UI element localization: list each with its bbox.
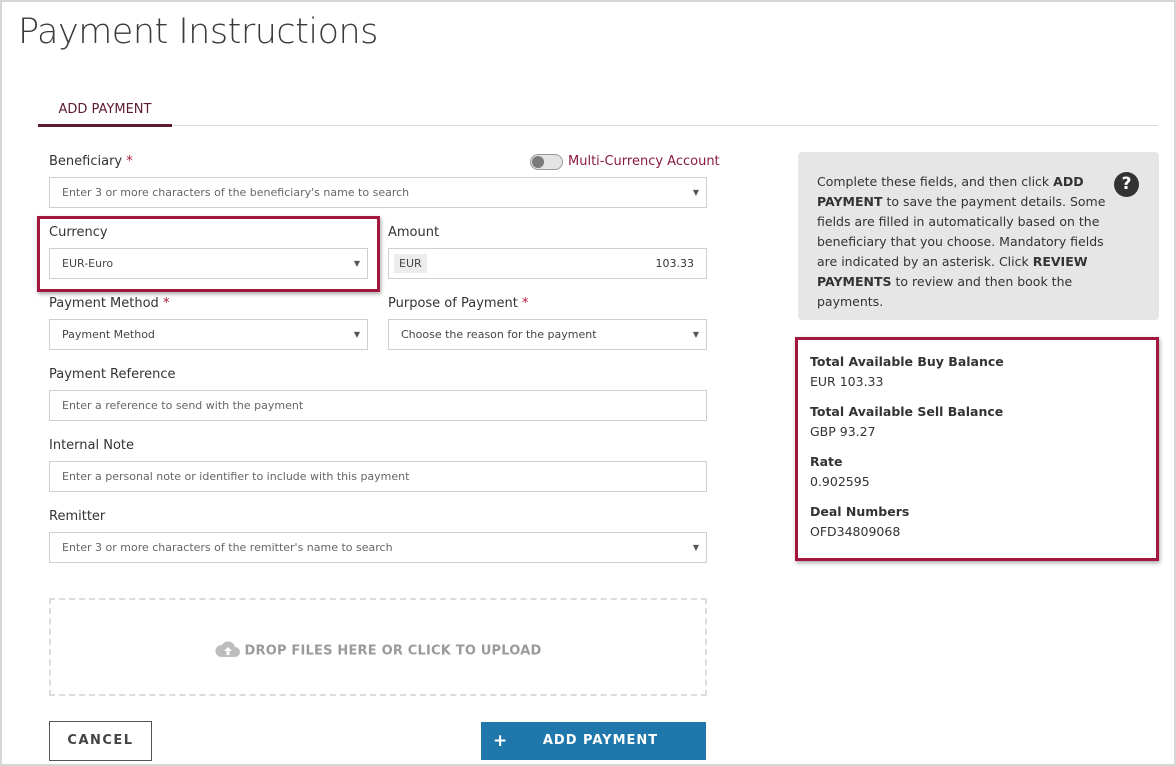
sell-balance-label: Total Available Sell Balance — [810, 404, 1004, 419]
purpose-select[interactable]: Choose the reason for the payment ▼ — [388, 319, 707, 350]
deal-numbers-label: Deal Numbers — [810, 504, 910, 519]
payment-method-label-text: Payment Method — [49, 296, 159, 311]
buy-balance-value: EUR 103.33 — [810, 374, 884, 389]
add-payment-label: ADD PAYMENT — [542, 733, 659, 748]
dropzone-label: DROP FILES HERE OR CLICK TO UPLOAD — [244, 643, 542, 659]
cancel-button[interactable]: CANCEL — [49, 721, 152, 761]
amount-label: Amount — [388, 225, 440, 240]
amount-value: 103.33 — [655, 257, 695, 270]
required-asterisk: * — [126, 154, 133, 169]
toggle-knob — [532, 156, 544, 168]
amount-input[interactable]: EUR 103.33 — [388, 248, 707, 279]
rate-value: 0.902595 — [810, 474, 870, 489]
required-asterisk: * — [162, 296, 170, 311]
payment-method-label: Payment Method * — [49, 296, 169, 311]
beneficiary-label-text: Beneficiary — [49, 154, 123, 169]
purpose-value: Choose the reason for the payment — [401, 328, 597, 341]
amount-currency-chip: EUR — [394, 254, 427, 273]
deal-numbers-value: OFD34809068 — [810, 524, 901, 539]
chevron-down-icon: ▼ — [353, 330, 360, 339]
payment-method-select[interactable]: Payment Method ▼ — [49, 319, 368, 350]
help-info-panel: Complete these fields, and then click AD… — [798, 152, 1159, 320]
remitter-placeholder: Enter 3 or more characters of the remitt… — [62, 541, 393, 554]
tab-add-payment[interactable]: ADD PAYMENT — [38, 96, 172, 127]
multi-currency-label[interactable]: Multi-Currency Account — [568, 154, 720, 169]
payment-reference-label: Payment Reference — [49, 367, 176, 382]
remitter-select[interactable]: Enter 3 or more characters of the remitt… — [49, 532, 707, 563]
remitter-label: Remitter — [49, 509, 106, 524]
purpose-label: Purpose of Payment * — [388, 296, 529, 311]
rate-label: Rate — [810, 454, 843, 469]
help-text: Complete these fields, and then click AD… — [817, 172, 1117, 312]
buy-balance-label: Total Available Buy Balance — [810, 354, 1004, 369]
dropzone-content: DROP FILES HERE OR CLICK TO UPLOAD — [51, 640, 705, 662]
chevron-down-icon: ▼ — [692, 330, 699, 339]
balances-panel: Total Available Buy Balance EUR 103.33 T… — [795, 337, 1159, 561]
chevron-down-icon: ▼ — [692, 543, 699, 552]
internal-note-input[interactable]: Enter a personal note or identifier to i… — [49, 461, 707, 492]
chevron-down-icon: ▼ — [692, 188, 699, 197]
purpose-label-text: Purpose of Payment — [388, 296, 518, 311]
beneficiary-placeholder: Enter 3 or more characters of the benefi… — [62, 186, 410, 199]
payment-reference-placeholder: Enter a reference to send with the payme… — [62, 399, 304, 412]
sell-balance-value: GBP 93.27 — [810, 424, 876, 439]
file-upload-dropzone[interactable]: DROP FILES HERE OR CLICK TO UPLOAD — [49, 598, 707, 696]
required-asterisk: * — [522, 296, 529, 311]
add-payment-button[interactable]: + ADD PAYMENT — [481, 722, 706, 760]
multi-currency-toggle[interactable] — [530, 154, 563, 170]
internal-note-label: Internal Note — [49, 438, 135, 453]
question-circle-icon[interactable]: ? — [1114, 172, 1139, 197]
tab-bar: ADD PAYMENT — [38, 96, 1158, 127]
beneficiary-label: Beneficiary * — [49, 154, 133, 169]
payment-reference-input[interactable]: Enter a reference to send with the payme… — [49, 390, 707, 421]
currency-highlight-box — [37, 216, 380, 292]
payment-method-value: Payment Method — [62, 328, 155, 341]
page-title: Payment Instructions — [18, 12, 378, 52]
beneficiary-select[interactable]: Enter 3 or more characters of the benefi… — [49, 177, 707, 208]
help-text-part: Complete these fields, and then click — [817, 174, 1054, 189]
internal-note-placeholder: Enter a personal note or identifier to i… — [62, 470, 410, 483]
cloud-upload-icon — [214, 640, 241, 662]
